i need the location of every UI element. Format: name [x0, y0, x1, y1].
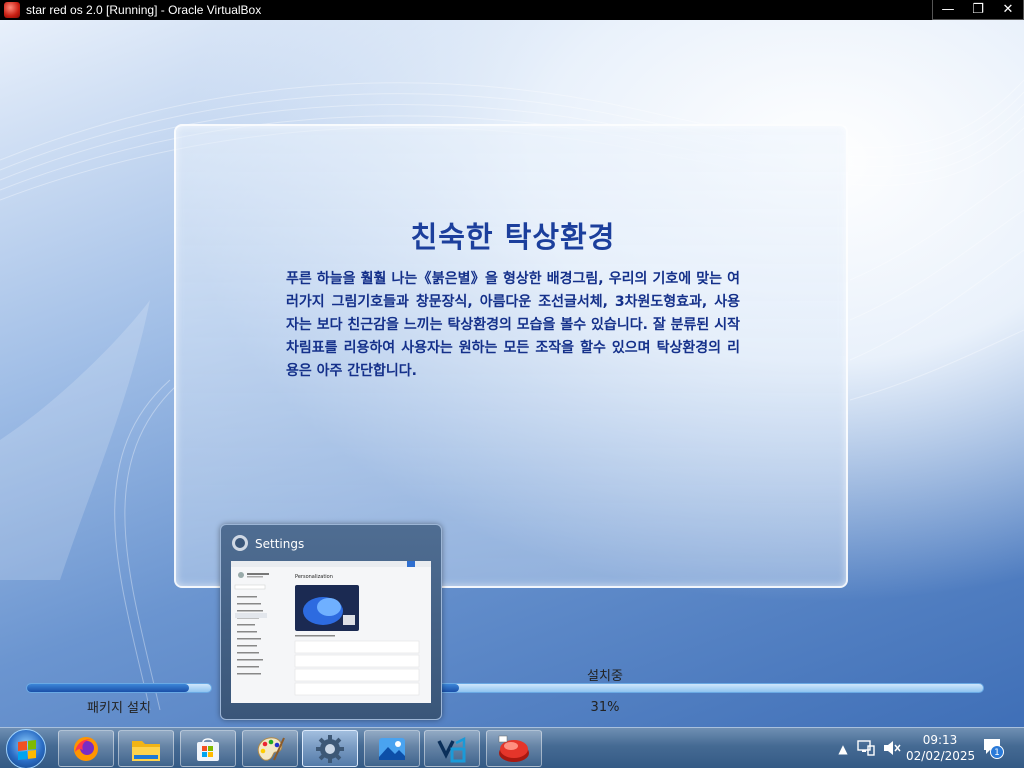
taskbar-firefox-button[interactable] [58, 730, 114, 767]
photos-icon [379, 737, 405, 760]
show-hidden-icons-chevron-icon[interactable]: ▲ [836, 742, 850, 756]
settings-thumbnail-preview[interactable]: Settings Personalization [220, 524, 442, 720]
installer-slide-panel: 친숙한 탁상환경 푸른 하늘을 훨훨 나는《붉은별》을 형상한 배경그림, 우리… [174, 124, 848, 588]
notification-count-badge: 1 [990, 745, 1004, 759]
virtualbox-icon [4, 2, 20, 18]
host-window-title: star red os 2.0 [Running] - Oracle Virtu… [26, 3, 262, 17]
network-icon[interactable] [856, 738, 876, 758]
guest-screen: 친숙한 탁상환경 푸른 하늘을 훨훨 나는《붉은별》을 형상한 배경그림, 우리… [0, 20, 1024, 727]
taskbar-paint-button[interactable] [242, 730, 298, 767]
system-tray: ▲ [836, 728, 850, 768]
paint-palette-icon [257, 736, 285, 761]
start-button[interactable] [6, 729, 46, 768]
folder-icon [132, 740, 160, 761]
package-progress-label: 패키지 설치 [87, 701, 151, 716]
minimize-button[interactable]: — [933, 0, 963, 19]
package-progress-bar [26, 683, 212, 693]
overall-progress-percent: 31% [590, 700, 620, 715]
taskbar-red-star-button[interactable] [486, 730, 542, 767]
firefox-icon [74, 736, 98, 761]
package-progress-fill [27, 684, 189, 692]
settings-window-miniature: Personalization [231, 561, 431, 703]
restore-button[interactable]: ❐ [963, 0, 993, 19]
visual-studio-icon [437, 736, 466, 762]
preview-heading: Personalization [295, 574, 333, 580]
host-window-titlebar: star red os 2.0 [Running] - Oracle Virtu… [0, 0, 1024, 20]
taskbar-visual-studio-button[interactable] [424, 730, 480, 767]
taskbar-settings-button[interactable] [302, 730, 358, 767]
gear-icon [316, 734, 344, 763]
slide-description: 푸른 하늘을 훨훨 나는《붉은별》을 형상한 배경그림, 우리의 기호에 맞는 … [286, 271, 740, 379]
clock-time: 09:13 [922, 733, 958, 747]
taskbar-store-button[interactable] [180, 730, 236, 767]
host-window-controls: — ❐ ✕ [932, 0, 1024, 20]
thumbnail-title: Settings [255, 537, 305, 551]
install-status-label: 설치중 [587, 669, 623, 684]
thumbnail-window-image: Personalization [231, 561, 431, 703]
settings-gear-icon [232, 535, 248, 551]
red-star-app-icon [498, 735, 529, 762]
taskbar-file-explorer-button[interactable] [118, 730, 174, 767]
taskbar-clock[interactable]: 09:13 02/02/2025 [906, 732, 976, 764]
action-center-button[interactable]: 1 [982, 737, 1006, 761]
clock-date: 02/02/2025 [906, 749, 976, 763]
taskbar: ▲ 09:13 02/02/2025 1 [0, 727, 1024, 768]
speaker-muted-icon[interactable] [882, 739, 902, 757]
taskbar-photos-button[interactable] [364, 730, 420, 767]
slide-title: 친숙한 탁상환경 [410, 220, 616, 254]
store-icon [197, 737, 219, 761]
close-button[interactable]: ✕ [993, 0, 1023, 19]
windows-logo-icon [18, 740, 36, 760]
